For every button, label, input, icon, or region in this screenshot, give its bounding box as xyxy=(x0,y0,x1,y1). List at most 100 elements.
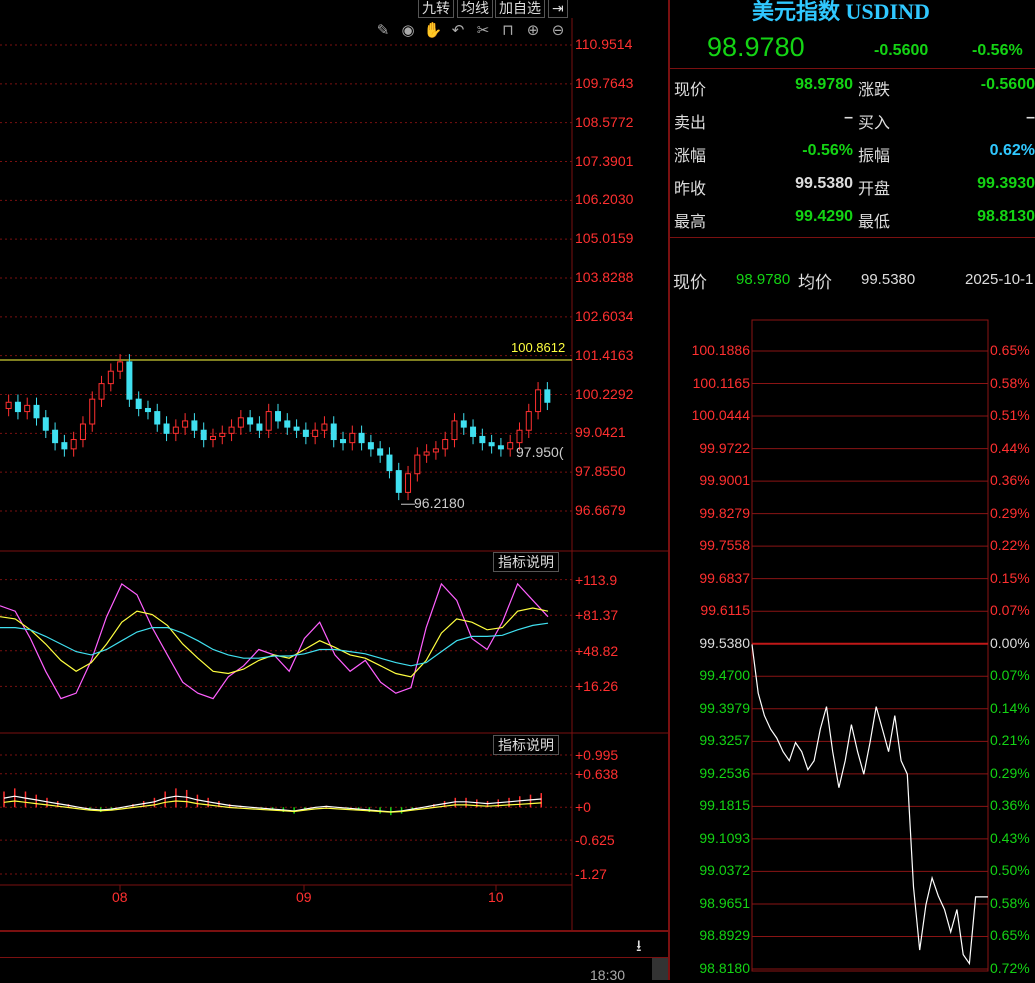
eye-icon[interactable]: ◉ xyxy=(397,21,419,41)
candle-body xyxy=(265,411,272,431)
undo-icon[interactable]: ↶ xyxy=(447,21,469,41)
candle-body xyxy=(256,423,263,431)
hand-icon[interactable]: ✋ xyxy=(422,21,444,41)
candle-body xyxy=(237,417,244,428)
candle-body xyxy=(42,417,49,431)
intraday-y-tick: 98.9651 xyxy=(699,894,750,911)
kdj-tick-label: +113.9 xyxy=(575,571,618,588)
intraday-pct-tick: 0.50% xyxy=(990,862,1030,879)
candle-body xyxy=(5,401,12,409)
candle-body xyxy=(414,454,421,475)
zoom-out-icon[interactable]: ⊖ xyxy=(547,21,569,41)
y-tick-label: 96.6679 xyxy=(575,502,626,518)
candle-body xyxy=(460,420,467,428)
candle-body xyxy=(70,439,77,450)
intraday-price: 98.9780 xyxy=(736,271,791,288)
y-tick-label: 106.2030 xyxy=(575,191,634,208)
intraday-pct-tick: 0.14% xyxy=(990,699,1030,716)
candle-body xyxy=(535,389,542,413)
kdj-line-D xyxy=(0,607,549,678)
candle-body xyxy=(330,423,337,441)
macd-tick-label: -1.27 xyxy=(575,866,607,882)
intraday-y-tick: 99.7558 xyxy=(699,537,750,554)
candle-body xyxy=(488,442,495,447)
candle-body xyxy=(98,383,105,400)
macd-tick-label: +0.995 xyxy=(575,747,619,763)
candle-body xyxy=(209,435,216,441)
candle-body xyxy=(386,454,393,472)
scrollbar[interactable] xyxy=(652,958,668,980)
intraday-y-tick: 99.0372 xyxy=(699,862,750,879)
quote-value: 98.9780 xyxy=(795,76,853,93)
candle-body xyxy=(312,429,319,437)
intraday-y-tick: 99.3257 xyxy=(699,732,750,749)
intraday-y-tick: 99.3979 xyxy=(699,699,750,716)
candlestick-chart[interactable] xyxy=(0,0,670,980)
candle-body xyxy=(228,426,235,434)
candle-body xyxy=(302,429,309,437)
ma-button[interactable]: 均线 xyxy=(457,0,493,18)
kdj-line-K xyxy=(0,582,549,700)
lock-icon[interactable]: ⊓ xyxy=(497,21,519,41)
add-watchlist-button[interactable]: 加自选 xyxy=(495,0,545,18)
candle-body xyxy=(52,429,59,444)
kdj-line-J xyxy=(0,622,549,667)
indicator-help-button-2[interactable]: 指标说明 xyxy=(493,735,559,755)
y-tick-label: 103.8288 xyxy=(575,269,634,285)
exit-icon[interactable]: ⇥ xyxy=(548,0,568,18)
intraday-date: 2025-10-1 xyxy=(965,271,1034,288)
quote-row: 现价 98.9780 涨跌 -0.5600 xyxy=(672,72,1035,102)
candle-body xyxy=(24,404,31,413)
candle-body xyxy=(126,361,133,400)
intraday-pct-tick: 0.07% xyxy=(990,602,1030,619)
intraday-price-line xyxy=(751,644,988,966)
candle-body xyxy=(89,398,96,425)
candle-body xyxy=(358,432,365,444)
intraday-pct-tick: 0.51% xyxy=(990,407,1030,424)
x-tick-label: 09 xyxy=(296,889,312,905)
jiuzhuan-button[interactable]: 九转 xyxy=(418,0,454,18)
candle-body xyxy=(479,435,486,444)
candle-body xyxy=(107,370,114,385)
quote-title: 美元指数 USDIND xyxy=(752,0,930,24)
intraday-y-tick: 99.4700 xyxy=(699,667,750,684)
intraday-y-tick: 100.1165 xyxy=(692,374,750,391)
intraday-y-tick: 99.8279 xyxy=(699,504,750,521)
intraday-pct-tick: 0.36% xyxy=(990,797,1030,814)
candle-body xyxy=(377,448,384,456)
candle-body xyxy=(525,411,532,431)
intraday-y-tick: 99.5380 xyxy=(699,634,750,651)
high-line-label: 100.8612 xyxy=(511,339,566,355)
candle-body xyxy=(544,389,551,403)
quote-key: 最高 xyxy=(674,214,707,231)
candle-body xyxy=(247,417,254,425)
pencil-icon[interactable]: ✎ xyxy=(372,21,394,41)
low-mark-label: 96.2180 xyxy=(414,495,465,512)
y-tick-label: 102.6034 xyxy=(575,307,634,324)
quote-value: -0.5600 xyxy=(980,76,1035,93)
quote-key: 现价 xyxy=(674,82,707,99)
candle-body xyxy=(172,426,179,434)
divider-2 xyxy=(0,957,668,958)
candle-body xyxy=(432,448,439,453)
macd-tick-label: +0 xyxy=(575,799,591,816)
candle-body xyxy=(516,429,523,444)
scissors-icon[interactable]: ✂ xyxy=(472,21,494,41)
y-tick-label: 100.2292 xyxy=(575,385,634,402)
macd-dea-line xyxy=(3,800,542,813)
zoom-in-icon[interactable]: ⊕ xyxy=(522,21,544,41)
candle-body xyxy=(117,361,124,372)
divider xyxy=(670,68,1035,69)
quote-row: 昨收 99.5380 开盘 99.3930 xyxy=(672,171,1035,201)
intraday-pct-tick: 0.72% xyxy=(990,960,1030,976)
quote-change: -0.5600 xyxy=(874,42,929,59)
candle-body xyxy=(33,404,40,419)
intraday-y-tick: 98.8180 xyxy=(699,960,750,976)
y-tick-label: 101.4163 xyxy=(575,346,634,363)
indicator-help-button[interactable]: 指标说明 xyxy=(493,552,559,572)
intraday-price-label: 现价 xyxy=(673,273,707,292)
candle-body xyxy=(154,411,161,425)
candle-body xyxy=(284,420,291,428)
candle-body xyxy=(507,442,514,450)
intraday-pct-tick: 0.44% xyxy=(990,439,1030,456)
